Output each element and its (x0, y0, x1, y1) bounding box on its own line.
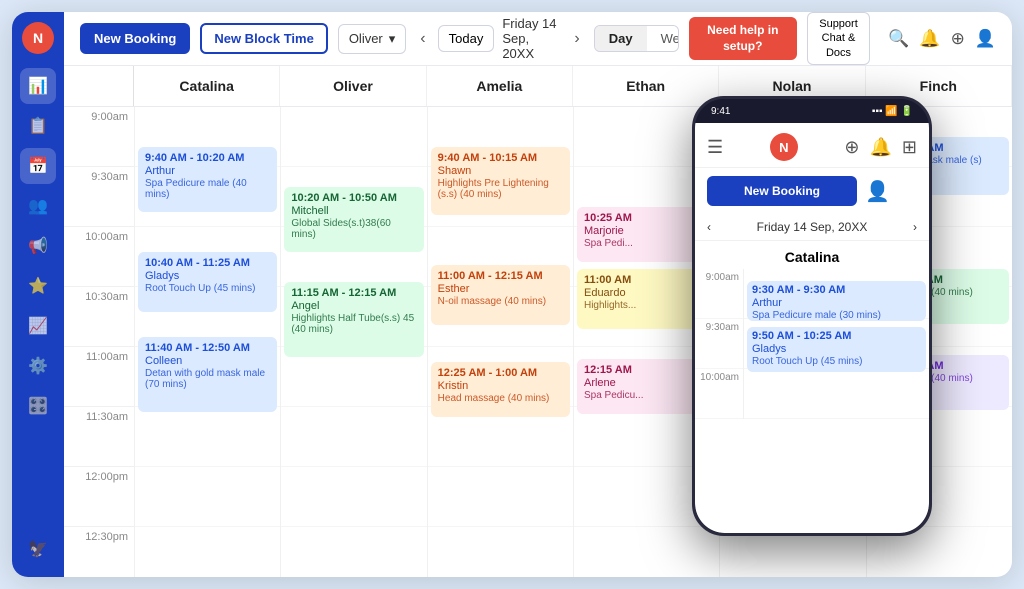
next-date-button[interactable]: › (570, 26, 583, 52)
appt-oliver-1[interactable]: 10:20 AM - 10:50 AM Mitchell Global Side… (284, 187, 423, 252)
sidebar-item-analytics[interactable]: 📊 (20, 68, 56, 104)
sidebar-item-marketing[interactable]: 📢 (20, 228, 56, 264)
current-date: Friday 14 Sep, 20XX (502, 16, 562, 61)
sidebar-item-reports[interactable]: 📈 (20, 308, 56, 344)
phone-menu-icon[interactable]: ☰ (707, 137, 723, 158)
phone-time-col: 9:00am 9:30am 10:00am (695, 269, 743, 419)
time-slot-12pm: 12:00pm (64, 467, 134, 527)
time-slot-1230pm: 12:30pm (64, 527, 134, 577)
chevron-down-icon: ▾ (389, 31, 396, 47)
phone-logo: N (770, 133, 798, 161)
phone-add-icon[interactable]: ⊕ (844, 137, 859, 158)
appt-amelia-2[interactable]: 11:00 AM - 12:15 AM Esther N-oil massage… (431, 265, 570, 325)
phone-next-date[interactable]: › (913, 220, 917, 234)
phone-grid-icon[interactable]: ⊞ (902, 137, 917, 158)
new-booking-button[interactable]: New Booking (80, 23, 190, 54)
help-button[interactable]: Need help in setup? (689, 17, 797, 60)
appt-catalina-3[interactable]: 11:40 AM - 12:50 AM Colleen Detan with g… (138, 337, 277, 412)
phone-time-10am: 10:00am (695, 369, 743, 419)
app-logo[interactable]: N (22, 22, 54, 54)
support-line2: Chat & Docs (816, 31, 861, 60)
sidebar-item-reviews[interactable]: ⭐ (20, 268, 56, 304)
phone-date-display: Friday 14 Sep, 20XX (757, 220, 868, 234)
topbar-icons: 🔍 🔔 ⊕ 👤 (888, 29, 996, 49)
search-icon[interactable]: 🔍 (888, 29, 909, 49)
today-button[interactable]: Today (438, 25, 495, 52)
phone-status-icons: ▪▪▪ 📶 🔋 (872, 106, 913, 117)
support-line1: Support (816, 17, 861, 31)
support-button[interactable]: Support Chat & Docs (807, 12, 870, 65)
phone-actions: New Booking 👤 (695, 168, 929, 214)
staff-selector-value: Oliver (349, 31, 383, 46)
calendar-container: Catalina Oliver Amelia Ethan Nolan Finch… (64, 66, 1012, 577)
phone-mockup: 9:41 ▪▪▪ 📶 🔋 ☰ N ⊕ 🔔 ⊞ New Booki (692, 96, 932, 536)
week-view-button[interactable]: Week (647, 26, 679, 51)
sidebar-item-brand[interactable]: 🦅 (20, 531, 56, 567)
phone-topbar-icons: ⊕ 🔔 ⊞ (844, 137, 917, 158)
phone-section-title: Catalina (695, 241, 929, 269)
appt-catalina-1[interactable]: 9:40 AM - 10:20 AM Arthur Spa Pedicure m… (138, 147, 277, 212)
phone-notch: 9:41 ▪▪▪ 📶 🔋 (695, 99, 929, 123)
phone-appt-2[interactable]: 9:50 AM - 10:25 AM Gladys Root Touch Up … (747, 327, 926, 372)
time-header (64, 66, 134, 106)
sidebar-item-settings[interactable]: ⚙️ (20, 348, 56, 384)
time-slot-1030am: 10:30am (64, 287, 134, 347)
appt-oliver-2[interactable]: 11:15 AM - 12:15 AM Angel Highlights Hal… (284, 282, 423, 357)
phone-bell-icon[interactable]: 🔔 (869, 137, 891, 158)
phone-screen: ☰ N ⊕ 🔔 ⊞ New Booking 👤 ‹ (695, 123, 929, 533)
phone-appt-1[interactable]: 9:30 AM - 9:30 AM Arthur Spa Pedicure ma… (747, 281, 926, 321)
phone-empty-row-3 (744, 369, 929, 419)
new-block-button[interactable]: New Block Time (200, 23, 327, 54)
sidebar-item-controls[interactable]: 🎛️ (20, 388, 56, 424)
staff-header-oliver: Oliver (280, 66, 426, 106)
app-window: N 📊 📋 📅 👥 📢 ⭐ 📈 ⚙️ 🎛️ 🦅 New Booking New … (12, 12, 1012, 577)
staff-header-ethan: Ethan (573, 66, 719, 106)
time-column: 9:00am 9:30am 10:00am 10:30am 11:00am 11… (64, 107, 134, 577)
staff-header-catalina: Catalina (134, 66, 280, 106)
sidebar-item-calendar[interactable]: 📅 (20, 148, 56, 184)
phone-time: 9:41 (711, 106, 730, 117)
sidebar: N 📊 📋 📅 👥 📢 ⭐ 📈 ⚙️ 🎛️ 🦅 (12, 12, 64, 577)
staff-col-amelia: 9:40 AM - 10:15 AM Shawn Highlights Pre … (427, 107, 573, 577)
appt-amelia-3[interactable]: 12:25 AM - 1:00 AM Kristin Head massage … (431, 362, 570, 417)
time-slot-9am: 9:00am (64, 107, 134, 167)
staff-header-amelia: Amelia (427, 66, 573, 106)
topbar: New Booking New Block Time Oliver ▾ ‹ To… (64, 12, 1012, 66)
phone-calendar: 9:00am 9:30am 10:00am 9:30 AM - 9:30 AM … (695, 269, 929, 419)
bell-icon[interactable]: 🔔 (919, 29, 940, 49)
sidebar-item-team[interactable]: 👥 (20, 188, 56, 224)
phone-time-930am: 9:30am (695, 319, 743, 369)
phone-topbar: ☰ N ⊕ 🔔 ⊞ (695, 123, 929, 168)
phone-new-booking-button[interactable]: New Booking (707, 176, 857, 206)
staff-col-oliver: 10:20 AM - 10:50 AM Mitchell Global Side… (280, 107, 426, 577)
time-slot-11am: 11:00am (64, 347, 134, 407)
view-toggle: Day Week (594, 25, 679, 52)
main-content: New Booking New Block Time Oliver ▾ ‹ To… (64, 12, 1012, 577)
time-slot-1130am: 11:30am (64, 407, 134, 467)
phone-person-icon[interactable]: 👤 (865, 179, 890, 204)
appt-amelia-1[interactable]: 9:40 AM - 10:15 AM Shawn Highlights Pre … (431, 147, 570, 215)
phone-date-nav: ‹ Friday 14 Sep, 20XX › (695, 214, 929, 241)
staff-selector[interactable]: Oliver ▾ (338, 24, 406, 54)
prev-date-button[interactable]: ‹ (416, 26, 429, 52)
sidebar-item-list[interactable]: 📋 (20, 108, 56, 144)
phone-time-9am: 9:00am (695, 269, 743, 319)
time-slot-10am: 10:00am (64, 227, 134, 287)
user-icon[interactable]: 👤 (975, 29, 996, 49)
staff-col-catalina: 9:40 AM - 10:20 AM Arthur Spa Pedicure m… (134, 107, 280, 577)
appt-catalina-2[interactable]: 10:40 AM - 11:25 AM Gladys Root Touch Up… (138, 252, 277, 312)
time-slot-930am: 9:30am (64, 167, 134, 227)
plus-circle-icon[interactable]: ⊕ (951, 29, 965, 49)
date-nav: ‹ Today Friday 14 Sep, 20XX › (416, 16, 583, 61)
phone-prev-date[interactable]: ‹ (707, 220, 711, 234)
phone-appt-col: 9:30 AM - 9:30 AM Arthur Spa Pedicure ma… (743, 269, 929, 419)
day-view-button[interactable]: Day (595, 26, 647, 51)
